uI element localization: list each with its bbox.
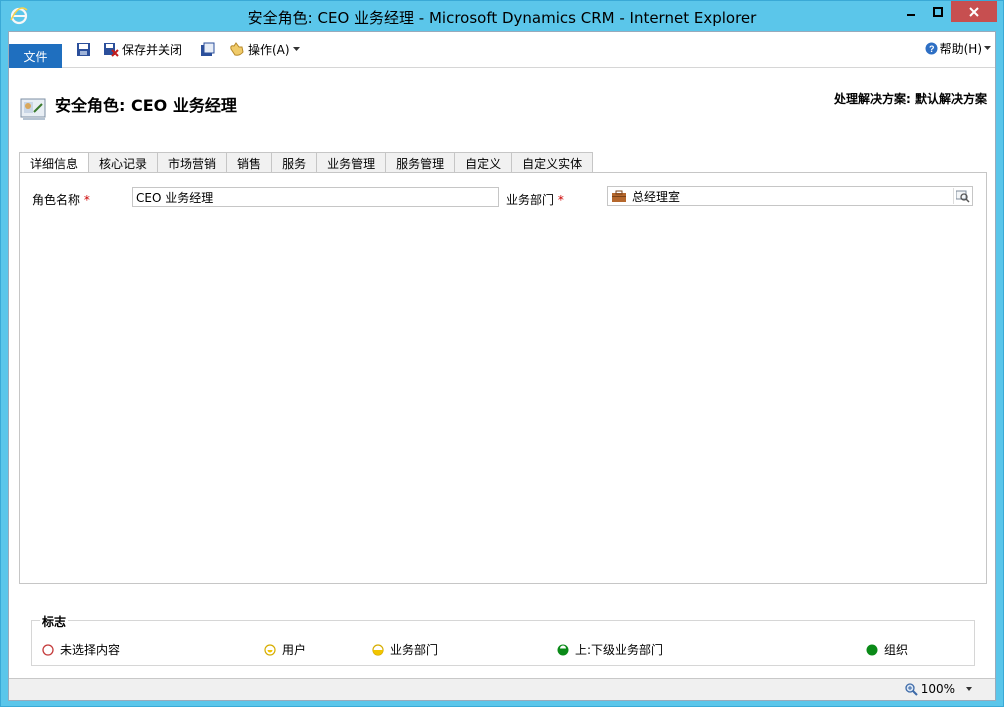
chevron-down-icon xyxy=(292,46,300,51)
legend-box: 标志 未选择内容 用户 业务部门 上:下级业务部门 组织 xyxy=(31,613,975,666)
page-title: 安全角色: CEO 业务经理 xyxy=(55,96,237,115)
save-new-icon xyxy=(201,42,215,56)
chevron-down-icon[interactable] xyxy=(957,685,977,693)
close-icon xyxy=(969,6,979,17)
role-name-field[interactable]: CEO 业务经理 xyxy=(132,187,499,207)
page-content: 文件 保存并关闭 操作(A) ? 帮助(H) 安全角色: CEO 业务经理 处理… xyxy=(8,31,996,701)
lookup-search-icon xyxy=(955,190,970,203)
legend-item-parent-child: 上:下级业务部门 xyxy=(557,641,663,658)
tab-customization[interactable]: 自定义 xyxy=(455,152,513,173)
details-panel: 角色名称 * CEO 业务经理 业务部门 * 总经理室 xyxy=(19,172,987,584)
legend-item-business-unit: 业务部门 xyxy=(372,641,438,658)
tab-core-records[interactable]: 核心记录 xyxy=(89,152,159,173)
legend-title: 标志 xyxy=(40,613,69,630)
legend-label: 用户 xyxy=(282,643,307,657)
actions-label: 操作(A) xyxy=(248,42,290,57)
zoom-control[interactable]: 100% xyxy=(905,682,977,696)
save-button[interactable] xyxy=(76,40,91,58)
status-bar: 100% xyxy=(9,678,995,700)
business-unit-icon xyxy=(612,190,626,202)
file-menu-button[interactable]: 文件 xyxy=(9,44,62,68)
minimize-icon xyxy=(906,13,915,16)
save-close-icon xyxy=(104,42,119,57)
svg-text:?: ? xyxy=(929,44,935,54)
maximize-icon xyxy=(932,6,943,17)
save-and-close-label: 保存并关闭 xyxy=(122,42,183,57)
save-and-new-button[interactable] xyxy=(200,40,215,58)
required-marker: * xyxy=(83,193,90,207)
business-unit-label-text: 业务部门 xyxy=(506,193,555,207)
organization-level-icon xyxy=(866,644,878,655)
lookup-button[interactable] xyxy=(953,188,971,204)
solution-label: 处理解决方案: 默认解决方案 xyxy=(834,92,987,106)
business-unit-lookup[interactable]: 总经理室 xyxy=(607,186,973,206)
tab-business-management[interactable]: 业务管理 xyxy=(317,152,387,173)
business-unit-level-icon xyxy=(372,643,384,656)
window-title: 安全角色: CEO 业务经理 - Microsoft Dynamics CRM … xyxy=(247,9,757,27)
empty-circle-icon xyxy=(42,643,54,656)
tab-service[interactable]: 服务 xyxy=(272,152,318,173)
parent-child-level-icon xyxy=(557,644,569,655)
user-level-icon xyxy=(264,643,276,656)
legend-label: 组织 xyxy=(884,643,909,657)
save-and-close-button[interactable]: 保存并关闭 xyxy=(103,40,182,58)
minimize-button[interactable] xyxy=(897,1,924,22)
tab-strip: 详细信息 核心记录 市场营销 销售 服务 业务管理 服务管理 自定义 自定义实体 xyxy=(19,152,594,174)
business-unit-value[interactable]: 总经理室 xyxy=(632,188,680,205)
legend-item-user: 用户 xyxy=(264,641,306,658)
record-header: 安全角色: CEO 业务经理 处理解决方案: 默认解决方案 xyxy=(9,68,995,148)
zoom-icon xyxy=(905,682,918,696)
legend-item-none: 未选择内容 xyxy=(42,641,120,658)
role-name-label: 角色名称 * xyxy=(32,191,90,208)
title-bar[interactable]: 安全角色: CEO 业务经理 - Microsoft Dynamics CRM … xyxy=(1,1,1003,31)
actions-menu-button[interactable]: 操作(A) xyxy=(228,40,300,58)
actions-hand-icon xyxy=(230,42,244,56)
command-bar: 文件 保存并关闭 操作(A) ? 帮助(H) xyxy=(9,32,995,68)
legend-label: 未选择内容 xyxy=(60,643,121,657)
required-marker: * xyxy=(557,193,564,207)
tab-details[interactable]: 详细信息 xyxy=(19,152,90,174)
legend-label: 业务部门 xyxy=(390,643,439,657)
legend-item-organization: 组织 xyxy=(866,641,908,658)
security-role-icon xyxy=(20,98,46,120)
help-icon: ? xyxy=(925,42,938,55)
business-unit-label: 业务部门 * xyxy=(506,191,564,208)
chevron-down-icon xyxy=(984,46,991,50)
tab-sales[interactable]: 销售 xyxy=(227,152,273,173)
help-label: 帮助(H) xyxy=(939,42,982,56)
window-controls xyxy=(897,1,997,22)
close-button[interactable] xyxy=(951,1,997,22)
maximize-button[interactable] xyxy=(924,1,951,22)
role-name-label-text: 角色名称 xyxy=(32,193,81,207)
tab-marketing[interactable]: 市场营销 xyxy=(158,152,228,173)
legend-label: 上:下级业务部门 xyxy=(575,643,664,657)
help-button[interactable]: ? 帮助(H) xyxy=(925,40,991,57)
browser-window: 安全角色: CEO 业务经理 - Microsoft Dynamics CRM … xyxy=(0,0,1004,707)
tab-custom-entities[interactable]: 自定义实体 xyxy=(512,152,594,173)
tab-service-management[interactable]: 服务管理 xyxy=(386,152,456,173)
save-icon xyxy=(77,42,90,56)
zoom-level: 100% xyxy=(920,682,955,696)
